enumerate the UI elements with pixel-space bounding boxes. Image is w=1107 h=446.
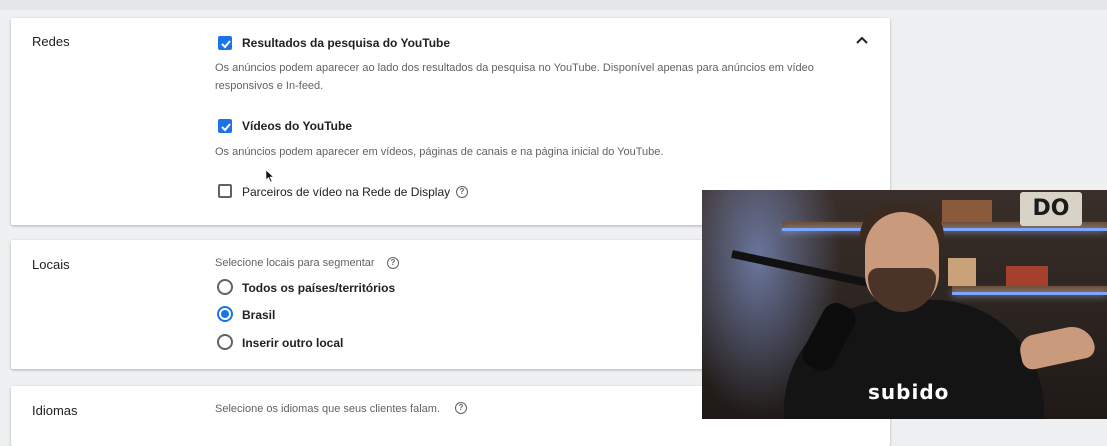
book-stack bbox=[1006, 266, 1048, 286]
radio-other-location[interactable] bbox=[217, 334, 233, 350]
webcam-overlay: DO subido bbox=[702, 190, 1107, 419]
check-icon bbox=[221, 40, 231, 49]
option-description-youtube-search: Os anúncios podem aparecer ao lado dos r… bbox=[215, 62, 814, 92]
radio-all-countries[interactable] bbox=[217, 279, 233, 295]
option-label-youtube-search[interactable]: Resultados da pesquisa do YouTube bbox=[242, 36, 450, 50]
locais-hint: Selecione locais para segmentar bbox=[215, 257, 375, 269]
shelf-led bbox=[952, 292, 1107, 295]
option-label-display-partners[interactable]: Parceiros de vídeo na Rede de Display bbox=[242, 185, 450, 199]
help-icon[interactable]: ? bbox=[455, 402, 467, 414]
checkbox-display-partners[interactable] bbox=[218, 184, 232, 198]
radio-label-other-location[interactable]: Inserir outro local bbox=[242, 336, 343, 350]
top-strip bbox=[0, 0, 1107, 10]
channel-logo: DO bbox=[1020, 192, 1082, 226]
section-title-locais: Locais bbox=[32, 257, 70, 272]
chevron-up-icon[interactable] bbox=[853, 32, 871, 50]
help-icon[interactable]: ? bbox=[387, 257, 399, 269]
person-hand bbox=[1017, 322, 1097, 372]
check-icon bbox=[221, 123, 231, 132]
decor-box bbox=[942, 200, 992, 222]
radio-label-all-countries[interactable]: Todos os países/territórios bbox=[242, 281, 395, 295]
shirt-text: subido bbox=[868, 380, 950, 404]
option-label-youtube-videos[interactable]: Vídeos do YouTube bbox=[242, 119, 352, 133]
option-description-youtube-videos: Os anúncios podem aparecer em vídeos, pá… bbox=[215, 146, 664, 158]
radio-label-brasil[interactable]: Brasil bbox=[242, 308, 275, 322]
book-stack bbox=[948, 258, 976, 286]
shelf-led bbox=[782, 228, 1107, 231]
help-icon[interactable]: ? bbox=[456, 186, 468, 198]
checkbox-youtube-search[interactable] bbox=[218, 36, 232, 50]
checkbox-youtube-videos[interactable] bbox=[218, 119, 232, 133]
idiomas-hint: Selecione os idiomas que seus clientes f… bbox=[215, 403, 441, 415]
section-title-redes: Redes bbox=[32, 34, 70, 49]
radio-brasil[interactable] bbox=[217, 306, 233, 322]
section-title-idiomas: Idiomas bbox=[32, 403, 78, 418]
